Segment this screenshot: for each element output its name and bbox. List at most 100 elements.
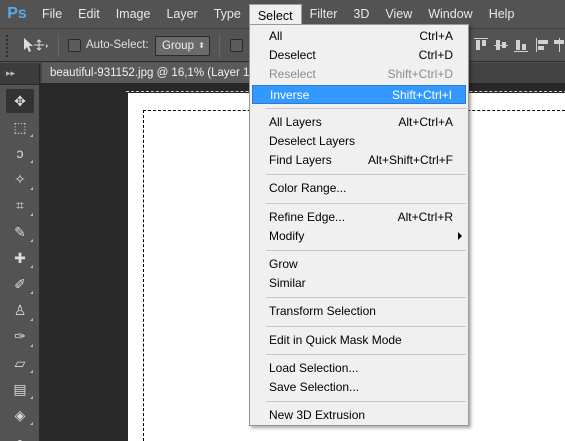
options-separator [58, 34, 59, 58]
menu-item-label: Grow [269, 257, 298, 271]
blur-icon[interactable]: ◈ [6, 403, 34, 427]
menu-item-new-3d-extrusion[interactable]: New 3D Extrusion [250, 406, 468, 425]
submenu-arrow-icon [458, 231, 462, 240]
align-horizontal-center-icon[interactable] [554, 38, 565, 52]
options-bar-grip[interactable] [6, 35, 10, 57]
menu-separator [266, 202, 466, 204]
gradient-icon[interactable]: ▤ [6, 377, 34, 401]
tool-flyout-indicator-icon [30, 396, 33, 400]
tool-flyout-indicator-icon [30, 422, 33, 426]
menu-item-label: Deselect Layers [269, 134, 356, 148]
menu-item-label: Inverse [270, 87, 310, 102]
menu-separator [266, 250, 466, 251]
menu-item-save-selection[interactable]: Save Selection... [250, 378, 468, 397]
menu-item-inverse[interactable]: Inverse Shift+Ctrl+I [252, 84, 466, 104]
menu-item-label: Transform Selection [269, 304, 376, 319]
tools-panel: ▸▸ ✥⬚ↄ ✧⌗✎✚✐ ♙✑▱▤◈ ● [0, 63, 40, 441]
menu-item-label: Refine Edge... [269, 209, 346, 224]
magic-wand-icon[interactable]: ✧ [6, 168, 34, 192]
menu-item-label: Edit in Quick Mask Mode [269, 332, 402, 347]
auto-select-checkbox[interactable] [68, 39, 81, 52]
menu-item-label: Save Selection... [269, 380, 360, 394]
menu-item-deselect-layers[interactable]: Deselect Layers [250, 132, 468, 151]
menu-separator [266, 401, 466, 403]
menu-item-load-selection[interactable]: Load Selection... [250, 359, 468, 378]
menu-item-shortcut: Ctrl+A [419, 29, 453, 43]
photoshop-logo-icon: Ps [7, 5, 27, 22]
menu-item-find-layers[interactable]: Find Layers Alt+Shift+Ctrl+F [250, 151, 468, 170]
menu-item-all[interactable]: All Ctrl+A [250, 27, 468, 46]
options-separator [219, 34, 220, 58]
menu-file[interactable]: File [34, 0, 70, 28]
menu-item-label: Modify [269, 228, 305, 243]
menu-item-color-range[interactable]: Color Range... [250, 179, 468, 198]
menu-item-label: New 3D Extrusion [269, 408, 366, 423]
rectangular-marquee-icon[interactable]: ⬚ [6, 115, 34, 139]
menu-item-label: Color Range... [269, 181, 347, 196]
tool-flyout-indicator-icon [30, 212, 33, 216]
dodge-icon[interactable]: ● [6, 430, 34, 441]
collapse-arrows-icon[interactable]: ▸▸ [6, 68, 15, 79]
menu-item-shortcut: Ctrl+D [418, 48, 453, 63]
menu-edit[interactable]: Edit [70, 0, 108, 28]
menu-item-label: Load Selection... [269, 360, 359, 375]
menu-item-label: Similar [269, 276, 306, 291]
move-tool-icon[interactable] [20, 36, 50, 56]
menu-help[interactable]: Help [481, 0, 523, 28]
menu-item-edit-in-quick-mask-mode[interactable]: Edit in Quick Mask Mode [250, 331, 468, 350]
document-tab[interactable]: beautiful-931152.jpg @ 16,1% (Layer 1 [42, 63, 262, 83]
auto-select-dropdown[interactable]: Group ⬍ [155, 36, 210, 56]
clone-stamp-icon[interactable]: ♙ [6, 299, 34, 323]
menu-item-shortcut: Alt+Ctrl+R [397, 209, 453, 224]
chevron-updown-icon: ⬍ [198, 41, 205, 50]
menu-item-shortcut: Shift+Ctrl+I [391, 87, 452, 102]
auto-select-value: Group [162, 40, 194, 52]
menu-type[interactable]: Type [206, 0, 249, 28]
menu-item-label: Reselect [269, 67, 316, 82]
tool-flyout-indicator-icon [30, 317, 33, 321]
menu-separator [266, 353, 466, 355]
tool-flyout-indicator-icon [30, 370, 33, 373]
brush-icon[interactable]: ✐ [6, 272, 34, 296]
menu-image[interactable]: Image [108, 0, 159, 28]
menu-item-label: All Layers [269, 114, 322, 129]
menu-item-deselect[interactable]: Deselect Ctrl+D [250, 46, 468, 65]
menu-item-transform-selection[interactable]: Transform Selection [250, 302, 468, 321]
menu-item-all-layers[interactable]: All Layers Alt+Ctrl+A [250, 113, 468, 132]
menu-item-refine-edge[interactable]: Refine Edge... Alt+Ctrl+R [250, 208, 468, 227]
align-top-icon[interactable] [474, 38, 488, 52]
menu-separator [266, 325, 466, 327]
move-tool-icon[interactable]: ✥ [6, 89, 34, 113]
eraser-icon[interactable]: ▱ [6, 351, 34, 375]
menu-item-modify[interactable]: Modify [250, 227, 468, 246]
menu-item-shortcut: Alt+Ctrl+A [398, 114, 453, 129]
menu-item-shortcut: Alt+Shift+Ctrl+F [367, 153, 453, 168]
menu-item-reselect[interactable]: Reselect Shift+Ctrl+D [250, 65, 468, 84]
history-brush-icon[interactable]: ✑ [6, 325, 34, 349]
menu-item-label: All [269, 29, 283, 43]
menu-item-similar[interactable]: Similar [250, 274, 468, 293]
menu-item-label: Deselect [269, 48, 316, 63]
menu-item-shortcut: Shift+Ctrl+D [387, 67, 453, 82]
tools-panel-header[interactable]: ▸▸ [0, 63, 39, 85]
align-vertical-center-icon[interactable] [494, 38, 508, 52]
menu-item-label: Find Layers [269, 153, 332, 168]
align-bottom-icon[interactable] [514, 38, 528, 52]
show-transform-controls-checkbox[interactable] [230, 39, 243, 52]
eyedropper-icon[interactable]: ✎ [6, 220, 34, 244]
menu-item-grow[interactable]: Grow [250, 255, 468, 274]
crop-icon[interactable]: ⌗ [6, 194, 34, 218]
tool-flyout-indicator-icon [30, 160, 33, 164]
tool-flyout-indicator-icon [30, 186, 33, 190]
auto-select-label: Auto-Select: [86, 39, 149, 51]
menu-separator [266, 174, 466, 176]
align-left-icon[interactable] [536, 38, 550, 52]
menu-separator [266, 107, 466, 109]
select-menu-dropdown: All Ctrl+A Deselect Ctrl+D Reselect Shift+Ctr… [249, 24, 469, 426]
lasso-icon[interactable]: ↄ [6, 141, 34, 165]
tool-flyout-indicator-icon [30, 265, 33, 269]
tool-flyout-indicator-icon [30, 134, 33, 138]
tool-flyout-indicator-icon [30, 239, 33, 242]
healing-brush-icon[interactable]: ✚ [6, 246, 34, 270]
menu-layer[interactable]: Layer [158, 0, 205, 28]
